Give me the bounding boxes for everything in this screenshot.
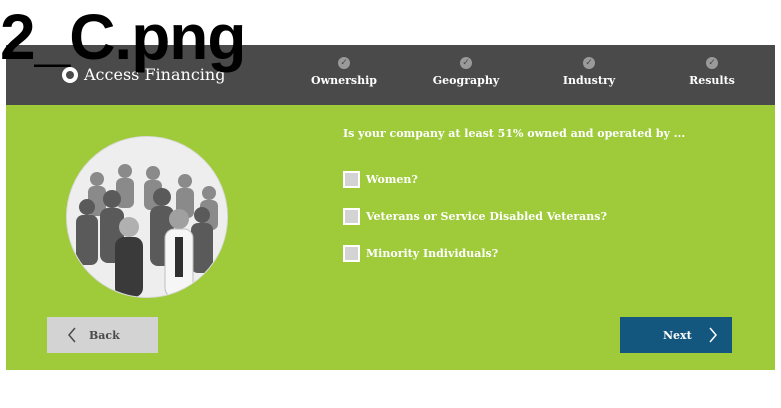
check-circle-icon: ✓ bbox=[338, 57, 350, 69]
check-circle-icon: ✓ bbox=[706, 57, 718, 69]
question-text: Is your company at least 51% owned and o… bbox=[343, 127, 686, 140]
step-label: Industry bbox=[562, 74, 616, 87]
step-label: Ownership bbox=[311, 74, 377, 87]
step-industry[interactable]: ✓ Industry bbox=[534, 57, 644, 87]
people-group-photo bbox=[66, 136, 228, 298]
option-minority[interactable]: Minority Individuals? bbox=[343, 245, 498, 262]
chevron-left-icon bbox=[68, 327, 76, 343]
step-label: Geography bbox=[432, 74, 500, 87]
check-circle-icon: ✓ bbox=[460, 57, 472, 69]
step-results[interactable]: ✓ Results bbox=[657, 57, 767, 87]
option-label: Veterans or Service Disabled Veterans? bbox=[366, 210, 607, 223]
people-group-illustration bbox=[67, 137, 227, 297]
step-geography[interactable]: ✓ Geography bbox=[411, 57, 521, 87]
step-ownership[interactable]: ✓ Ownership bbox=[289, 57, 399, 87]
step-label: Results bbox=[689, 74, 735, 87]
next-label: Next bbox=[663, 328, 692, 342]
option-women[interactable]: Women? bbox=[343, 171, 418, 188]
screenshot-filename-label: 2_C.png bbox=[0, 1, 246, 73]
minority-checkbox[interactable] bbox=[343, 245, 360, 262]
veterans-checkbox[interactable] bbox=[343, 208, 360, 225]
women-checkbox[interactable] bbox=[343, 171, 360, 188]
next-button[interactable]: Next bbox=[620, 317, 732, 353]
option-veterans[interactable]: Veterans or Service Disabled Veterans? bbox=[343, 208, 607, 225]
back-button[interactable]: Back bbox=[47, 317, 158, 353]
back-label: Back bbox=[89, 328, 120, 342]
option-label: Women? bbox=[366, 173, 418, 186]
chevron-right-icon bbox=[709, 327, 717, 343]
question-panel: Is your company at least 51% owned and o… bbox=[6, 105, 775, 370]
check-circle-icon: ✓ bbox=[583, 57, 595, 69]
option-label: Minority Individuals? bbox=[366, 247, 499, 260]
